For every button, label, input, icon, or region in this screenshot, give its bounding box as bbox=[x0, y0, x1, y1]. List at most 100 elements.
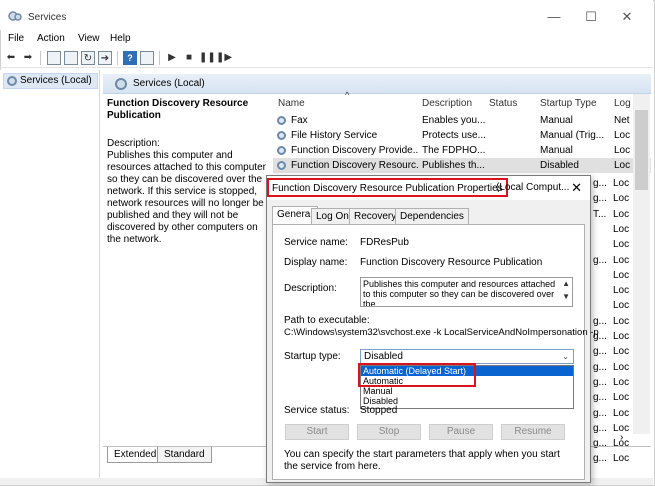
forward-arrow-icon[interactable]: ➡ bbox=[21, 51, 35, 65]
column-log-on-as[interactable]: Log bbox=[614, 98, 631, 109]
row-startup-fragment: g... bbox=[593, 392, 607, 404]
table-row[interactable]: Fax Enables you... Manual Net bbox=[273, 113, 651, 128]
row-description: Enables you... bbox=[422, 115, 486, 126]
scroll-up-icon[interactable]: ▲ bbox=[562, 279, 570, 289]
menu-view[interactable]: View bbox=[78, 33, 100, 44]
service-status-value: Stopped bbox=[360, 405, 398, 416]
row-startup-fragment: g... bbox=[593, 254, 607, 266]
row-startup: Manual bbox=[540, 115, 573, 126]
service-gear-icon bbox=[277, 116, 286, 125]
scroll-down-icon[interactable]: ▼ bbox=[562, 292, 570, 302]
refresh-icon[interactable]: ↻ bbox=[81, 51, 95, 65]
row-log-fragment: Loc bbox=[613, 239, 630, 251]
row-description: Publishes th... bbox=[422, 160, 485, 171]
console-tree-icon[interactable] bbox=[47, 51, 61, 65]
row-startup: Manual (Trig... bbox=[540, 130, 605, 141]
row-log-fragment: Loc bbox=[613, 254, 630, 266]
tab-recovery[interactable]: Recovery bbox=[349, 208, 402, 224]
display-name-label: Display name: bbox=[284, 257, 348, 268]
stop-icon[interactable]: ■ bbox=[182, 51, 196, 65]
option-manual[interactable]: Manual bbox=[361, 386, 573, 396]
tab-standard[interactable]: Standard bbox=[157, 447, 212, 463]
description-text: Publishes this computer and resources at… bbox=[107, 150, 266, 245]
row-log: Loc bbox=[614, 160, 631, 171]
row-startup: Disabled bbox=[540, 160, 579, 171]
row-log: Loc bbox=[614, 130, 631, 141]
startup-type-value: Disabled bbox=[364, 351, 403, 362]
tree-item-services-local[interactable]: Services (Local) bbox=[3, 73, 98, 89]
dialog-title-bar: Function Discovery Resource Publication … bbox=[267, 176, 590, 200]
row-startup-fragment: g... bbox=[593, 178, 607, 189]
row-log-fragment: Loc bbox=[613, 178, 630, 189]
row-description: The FDPHO... bbox=[422, 145, 486, 156]
table-row-selected[interactable]: Function Discovery Resourc... Publishes … bbox=[273, 158, 651, 173]
column-description[interactable]: Description bbox=[422, 98, 472, 109]
row-log-fragment: Loc bbox=[613, 193, 630, 205]
row-log: Loc bbox=[614, 145, 631, 156]
row-log-fragment: Loc bbox=[613, 223, 630, 235]
description-label: Description: bbox=[107, 138, 160, 149]
services-gear-icon bbox=[7, 76, 17, 86]
stop-button[interactable]: Stop bbox=[357, 424, 421, 440]
restart-icon[interactable]: ❚▶ bbox=[216, 51, 232, 65]
dialog-close-icon[interactable]: ✕ bbox=[571, 176, 582, 200]
start-button[interactable]: Start bbox=[285, 424, 349, 440]
row-startup-fragment: g... bbox=[593, 376, 607, 388]
row-startup-fragment: g... bbox=[593, 361, 607, 373]
path-label: Path to executable: bbox=[284, 315, 370, 326]
row-name: File History Service bbox=[291, 130, 378, 141]
close-button[interactable]: ✕ bbox=[604, 6, 650, 28]
service-gear-icon bbox=[277, 131, 286, 140]
row-startup: Manual bbox=[540, 145, 573, 156]
selected-service-title: Function Discovery Resource Publication bbox=[107, 98, 249, 121]
description-field-label: Description: bbox=[284, 283, 337, 294]
back-arrow-icon[interactable]: ⬅ bbox=[4, 51, 18, 65]
menu-file[interactable]: File bbox=[8, 33, 24, 44]
row-name: Fax bbox=[291, 115, 308, 126]
play-icon[interactable]: ▶ bbox=[165, 51, 179, 65]
row-name: Function Discovery Resourc... bbox=[291, 160, 419, 171]
table-row[interactable]: File History Service Protects use... Man… bbox=[273, 128, 651, 143]
export-list-icon[interactable]: ➔ bbox=[98, 51, 112, 65]
services-header-title: Services (Local) bbox=[133, 78, 205, 89]
column-status[interactable]: Status bbox=[489, 98, 517, 109]
service-name-label: Service name: bbox=[284, 237, 348, 248]
row-log-fragment: Loc bbox=[613, 331, 630, 342]
startup-type-select[interactable]: Disabled ⌄ bbox=[360, 349, 574, 364]
column-name[interactable]: Name bbox=[278, 98, 305, 109]
window-title: Services bbox=[28, 12, 67, 23]
scroll-right-arrow-icon[interactable]: › bbox=[620, 432, 623, 443]
row-startup-fragment: g... bbox=[593, 422, 607, 434]
tab-extended[interactable]: Extended bbox=[107, 447, 164, 463]
resume-button[interactable]: Resume bbox=[501, 424, 565, 440]
pause-icon[interactable]: ❚❚ bbox=[199, 51, 216, 65]
tab-log-on[interactable]: Log On bbox=[311, 208, 354, 224]
row-log-fragment: Loc bbox=[613, 346, 630, 358]
row-log-fragment: Loc bbox=[613, 269, 630, 281]
properties-icon[interactable] bbox=[140, 51, 154, 65]
console-tree: Services (Local) bbox=[0, 70, 100, 478]
row-description: Protects use... bbox=[422, 130, 486, 141]
row-startup-fragment: g... bbox=[593, 346, 607, 358]
help-icon[interactable]: ? bbox=[123, 51, 137, 65]
column-startup-type[interactable]: Startup Type bbox=[540, 98, 597, 109]
list-scrollbar-thumb[interactable] bbox=[635, 110, 648, 190]
row-log-fragment: Loc bbox=[613, 407, 630, 419]
general-tab-panel: Service name: FDResPub Display name: Fun… bbox=[272, 224, 599, 480]
path-value: C:\Windows\system32\svchost.exe -k Local… bbox=[284, 327, 599, 338]
title-bar: Services — ☐ ✕ bbox=[0, 0, 653, 30]
row-log-fragment: Loc bbox=[613, 361, 630, 373]
table-row[interactable]: Function Discovery Provide... The FDPHO.… bbox=[273, 143, 651, 158]
pause-button[interactable]: Pause bbox=[429, 424, 493, 440]
menu-action[interactable]: Action bbox=[37, 33, 65, 44]
list-view-icon[interactable] bbox=[64, 51, 78, 65]
services-app-icon bbox=[8, 10, 22, 22]
tab-dependencies[interactable]: Dependencies bbox=[395, 208, 469, 224]
service-status-label: Service status: bbox=[284, 405, 350, 416]
description-field[interactable]: Publishes this computer and resources at… bbox=[360, 277, 573, 307]
startup-type-label: Startup type: bbox=[284, 351, 341, 362]
start-parameters-note: You can specify the start parameters tha… bbox=[284, 449, 560, 472]
row-startup-fragment: g... bbox=[593, 407, 607, 419]
row-startup-fragment: g... bbox=[593, 315, 607, 327]
menu-help[interactable]: Help bbox=[110, 33, 131, 44]
